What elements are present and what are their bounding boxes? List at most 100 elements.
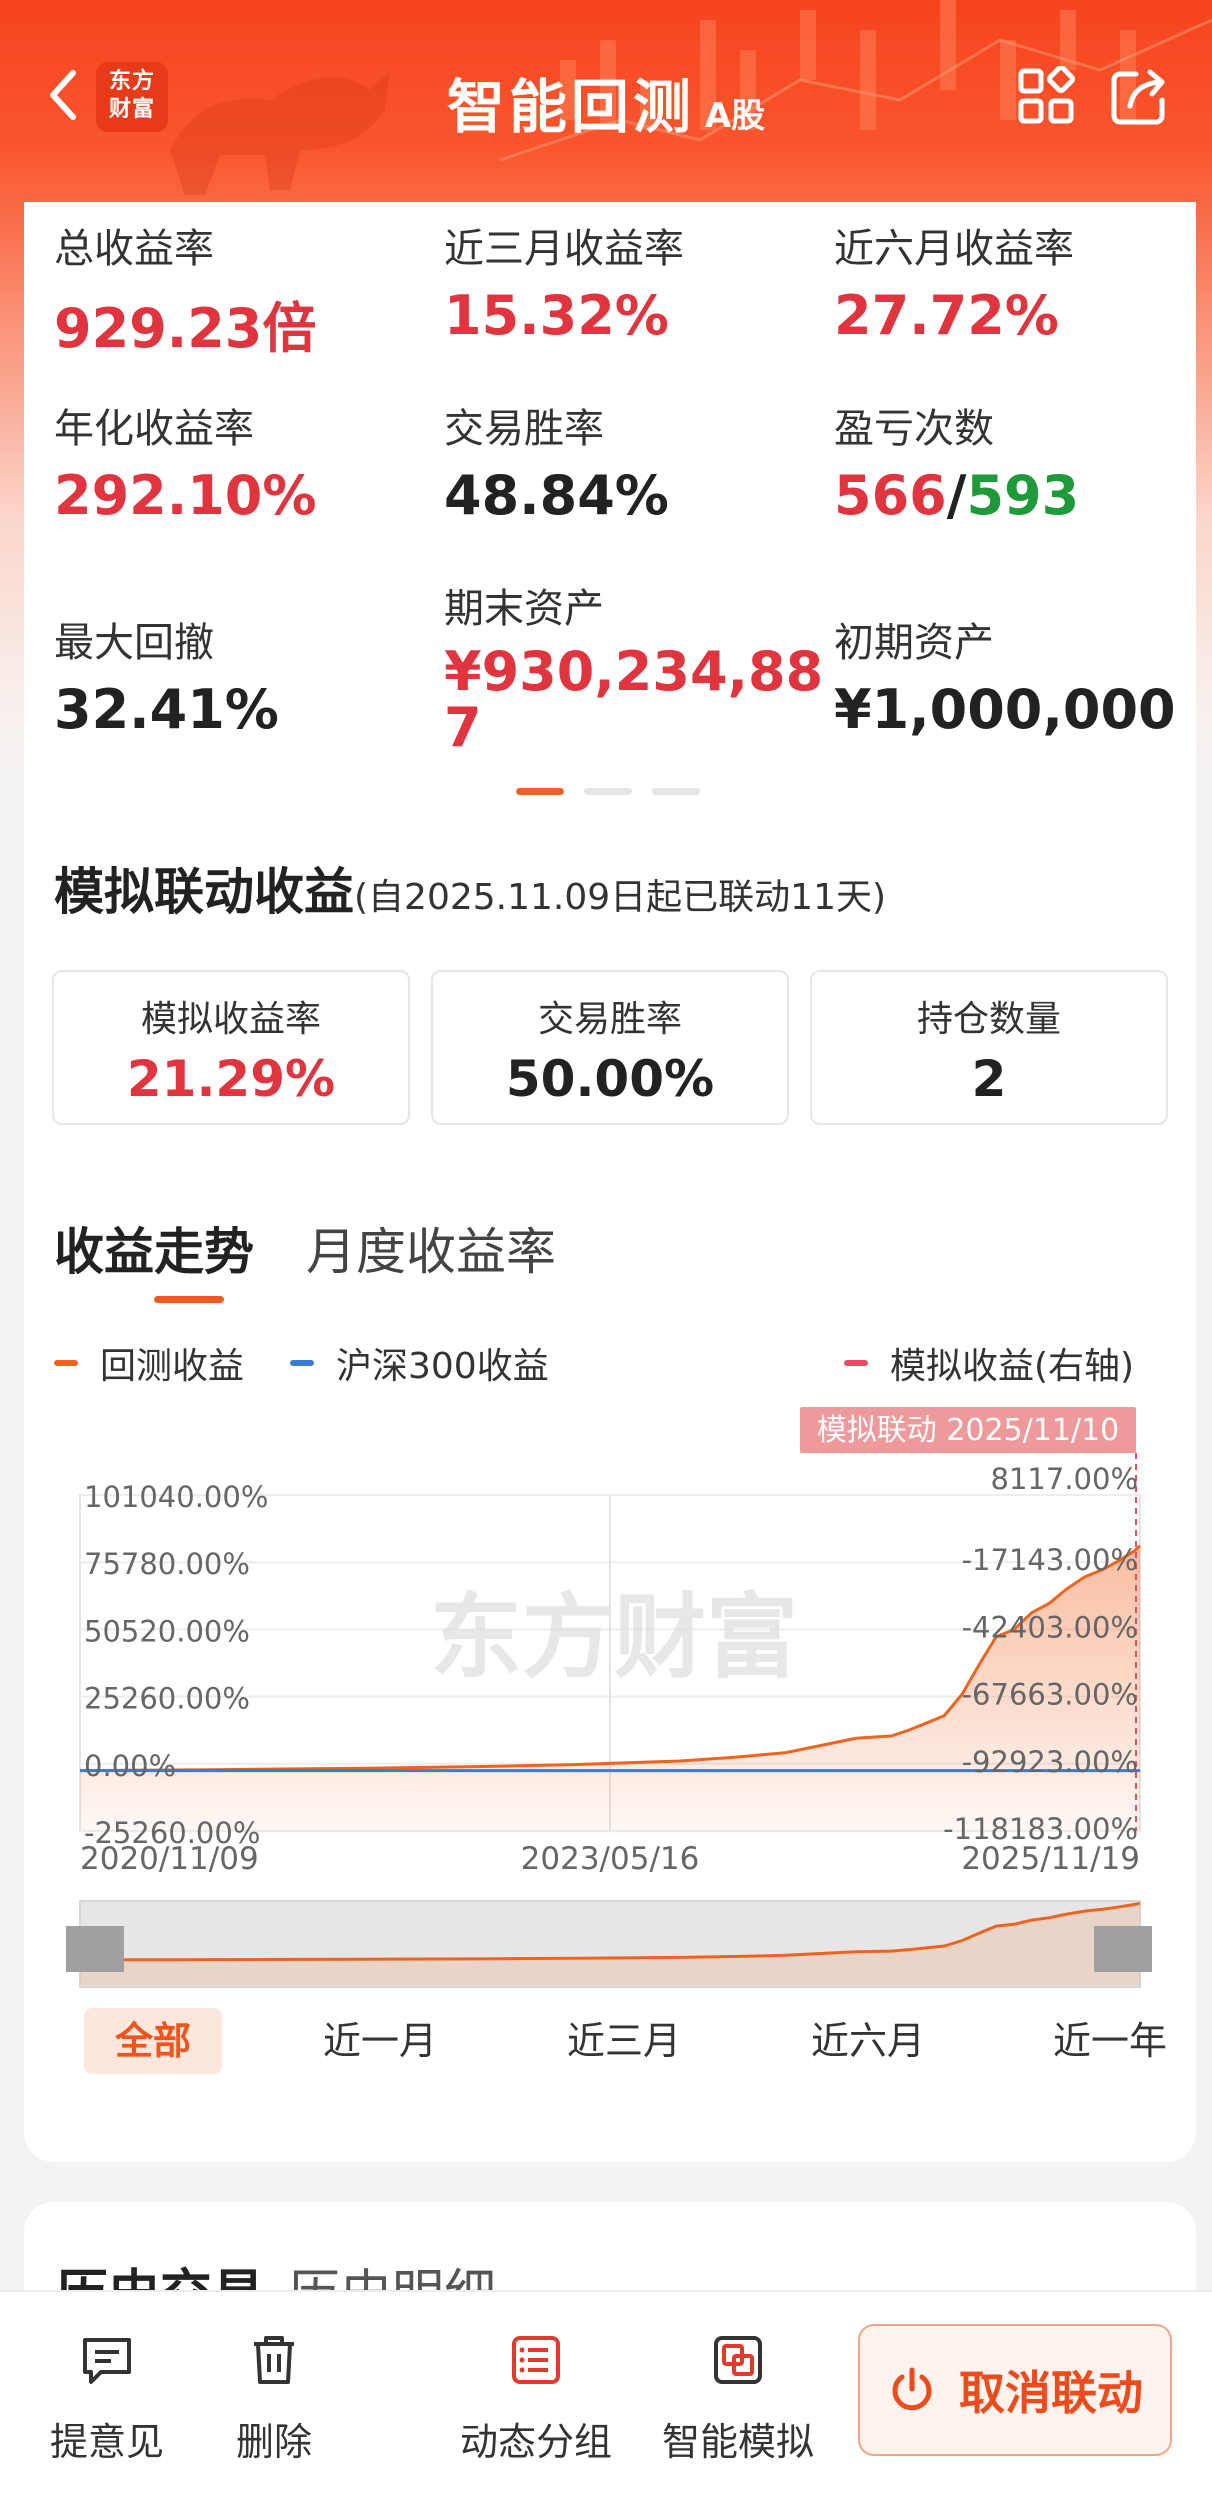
legend-swatch: [290, 1360, 314, 1366]
stat-total-return: 总收益率 929.23倍: [54, 216, 316, 363]
stat-value: ¥930,234,88 7: [444, 644, 823, 756]
bottom-toolbar: 提意见 删除 动态分组 智能模拟 取消联动: [0, 2290, 1212, 2502]
smart-sim-button[interactable]: 智能模拟: [658, 2332, 818, 2466]
stat-label: 最大回撤: [54, 620, 214, 666]
stat-win-rate: 交易胜率 48.84%: [444, 396, 669, 527]
share-icon[interactable]: [1108, 66, 1170, 128]
range-selector: 全部 近一月 近三月 近六月 近一年: [24, 2008, 1196, 2078]
tab-active-underline: [154, 1296, 224, 1303]
stat-value: 566/593: [834, 464, 1079, 527]
copy-icon: [714, 2336, 762, 2384]
legend-sim[interactable]: 模拟收益(右轴): [844, 1337, 1134, 1389]
stat-win-loss-count: 盈亏次数 566/593: [834, 396, 1079, 527]
stat-3m-return: 近三月收益率 15.32%: [444, 216, 684, 347]
stat-value: 27.72%: [834, 284, 1059, 347]
delete-label: 删除: [235, 2420, 312, 2464]
tab-monthly-return[interactable]: 月度收益率: [306, 1212, 556, 1284]
sim-return-box: 模拟收益率 21.29%: [52, 970, 410, 1125]
app-root: 东方 财富 智能回测 A股 总收益率 929.23倍 近三月收益率 15.32%…: [0, 0, 1212, 2502]
sim-box-value: 21.29%: [126, 1050, 336, 1108]
left-axis-tick: 25260.00%: [84, 1682, 250, 1716]
stat-label: 近六月收益率: [834, 226, 1074, 272]
watermark-text: 东方财富: [430, 1584, 798, 1691]
stat-value: 292.10%: [54, 464, 317, 527]
range-all[interactable]: 全部: [84, 2008, 222, 2074]
sim-box-label: 持仓数量: [916, 999, 1061, 1040]
cancel-link-button[interactable]: 取消联动: [858, 2324, 1172, 2456]
range-1y[interactable]: 近一年: [1024, 2008, 1196, 2074]
final-assets-line2: 7: [444, 696, 482, 759]
sim-subtitle: (自2025.11.09日起已联动11天): [354, 877, 887, 918]
backtest-card: 总收益率 929.23倍 近三月收益率 15.32% 近六月收益率 27.72%…: [24, 202, 1196, 2162]
list-icon: [512, 2336, 560, 2384]
feedback-button[interactable]: 提意见: [48, 2332, 166, 2466]
delete-button[interactable]: 删除: [226, 2332, 322, 2466]
stat-label: 年化收益率: [54, 406, 254, 452]
legend-label: 模拟收益(右轴): [890, 1346, 1135, 1387]
x-axis-tick: 2025/11/19: [961, 1841, 1140, 1877]
return-chart[interactable]: 模拟联动 2025/11/10 东方财富 101040.00% 75780.00% 50…: [24, 1407, 1196, 2047]
smart-sim-label: 智能模拟: [661, 2420, 814, 2464]
top-bar: 东方 财富 智能回测 A股: [0, 40, 1212, 150]
legend-label: 回测收益: [100, 1346, 245, 1387]
right-axis-tick: -17143.00%: [962, 1543, 1138, 1577]
right-axis-tick: 8117.00%: [991, 1462, 1138, 1496]
left-axis-tick: 50520.00%: [84, 1614, 250, 1648]
count-separator: /: [946, 464, 967, 527]
sim-section-title: 模拟联动收益(自2025.11.09日起已联动11天): [54, 852, 886, 924]
stat-value: 929.23倍: [54, 297, 317, 360]
range-6m[interactable]: 近六月: [788, 2008, 948, 2074]
zoom-handle-right[interactable]: [1094, 1926, 1152, 1972]
grid-apps-icon[interactable]: [1016, 66, 1078, 128]
cancel-link-label: 取消联动: [959, 2366, 1143, 2420]
stat-annualized-return: 年化收益率 292.10%: [54, 396, 317, 527]
stat-max-drawdown: 最大回撤 32.41%: [54, 610, 279, 741]
comment-icon: [83, 2338, 131, 2384]
range-1m[interactable]: 近一月: [300, 2008, 460, 2074]
legend-label: 沪深300收益: [336, 1346, 549, 1387]
left-axis-tick: 101040.00%: [84, 1480, 268, 1514]
sim-box-label: 交易胜率: [537, 999, 682, 1040]
x-axis-tick: 2020/11/09: [80, 1841, 259, 1877]
stat-final-assets: 期末资产 ¥930,234,88 7: [444, 576, 823, 756]
zoom-handle-left[interactable]: [66, 1926, 124, 1972]
stat-label: 初期资产: [834, 620, 994, 666]
carousel-dot[interactable]: [652, 788, 700, 795]
chart-legend: 回测收益 沪深300收益 模拟收益(右轴): [54, 1337, 1164, 1387]
sim-box-value: 50.00%: [505, 1050, 715, 1108]
dynamic-group-button[interactable]: 动态分组: [456, 2332, 616, 2466]
sim-box-value: 2: [971, 1050, 1007, 1108]
right-axis-tick: -67663.00%: [962, 1678, 1138, 1712]
page-title: 智能回测: [446, 73, 695, 141]
stat-6m-return: 近六月收益率 27.72%: [834, 216, 1074, 347]
x-axis-tick: 2023/05/16: [521, 1841, 700, 1877]
stat-value: 48.84%: [444, 464, 669, 527]
legend-backtest[interactable]: 回测收益: [54, 1337, 244, 1389]
legend-hs300[interactable]: 沪深300收益: [290, 1337, 549, 1389]
stat-label: 近三月收益率: [444, 226, 684, 272]
win-count: 566: [834, 464, 947, 527]
right-axis-tick: -92923.00%: [962, 1745, 1138, 1779]
carousel-indicator: [516, 788, 700, 796]
left-axis-tick: 0.00%: [84, 1749, 176, 1783]
dynamic-group-label: 动态分组: [459, 2420, 612, 2464]
stats-panel: 总收益率 929.23倍 近三月收益率 15.32% 近六月收益率 27.72%…: [24, 202, 1196, 802]
tab-return-trend[interactable]: 收益走势: [54, 1212, 254, 1284]
feedback-label: 提意见: [49, 2420, 164, 2464]
carousel-dot-active[interactable]: [516, 788, 564, 795]
sim-marker-label: 模拟联动 2025/11/10: [817, 1413, 1119, 1448]
legend-swatch: [54, 1360, 78, 1366]
range-3m[interactable]: 近三月: [544, 2008, 704, 2074]
sim-holdings-box: 持仓数量 2: [810, 970, 1168, 1125]
stat-value: ¥1,000,000: [834, 678, 1176, 741]
sim-win-rate-box: 交易胜率 50.00%: [431, 970, 789, 1125]
stat-label: 期末资产: [444, 586, 604, 632]
final-assets-line1: ¥930,234,88: [444, 640, 824, 703]
stat-value: 15.32%: [444, 284, 669, 347]
carousel-dot[interactable]: [584, 788, 632, 795]
sim-title: 模拟联动收益: [54, 863, 354, 921]
stat-label: 盈亏次数: [834, 406, 994, 452]
page-title-market: A股: [704, 96, 766, 136]
stat-label: 交易胜率: [444, 406, 604, 452]
power-icon: [892, 2367, 932, 2411]
